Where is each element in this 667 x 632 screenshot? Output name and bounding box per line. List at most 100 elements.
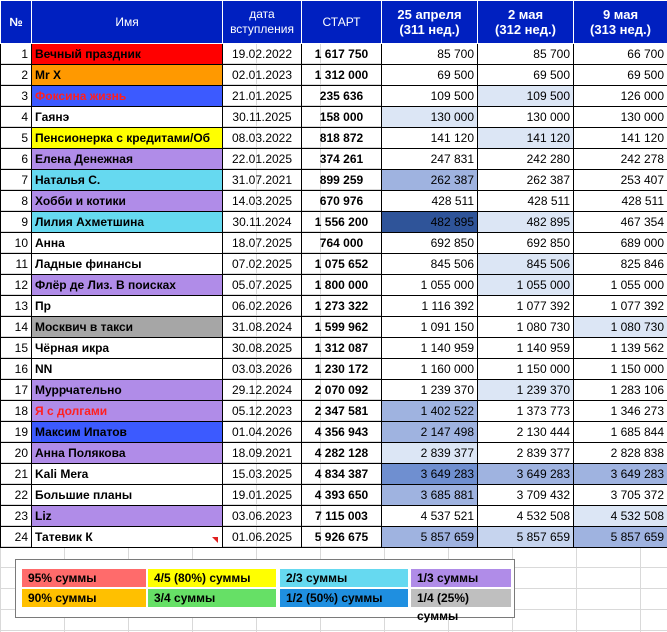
row-number-cell[interactable]: 16 bbox=[0, 358, 32, 380]
week-311-value-cell[interactable]: 2 839 377 bbox=[381, 442, 478, 464]
row-number-cell[interactable]: 15 bbox=[0, 337, 32, 359]
start-amount-cell[interactable]: 235 636 bbox=[301, 85, 382, 107]
week-312-value-cell[interactable]: 3 649 283 bbox=[477, 463, 574, 485]
week-313-value-cell[interactable]: 1 077 392 bbox=[573, 295, 667, 317]
week-312-value-cell[interactable]: 1 239 370 bbox=[477, 379, 574, 401]
week-312-value-cell[interactable]: 428 511 bbox=[477, 190, 574, 212]
week-312-value-cell[interactable]: 130 000 bbox=[477, 106, 574, 128]
week-311-value-cell[interactable]: 1 116 392 bbox=[381, 295, 478, 317]
week-311-value-cell[interactable]: 1 239 370 bbox=[381, 379, 478, 401]
row-number-cell[interactable]: 2 bbox=[0, 64, 32, 86]
row-number-cell[interactable]: 7 bbox=[0, 169, 32, 191]
week-313-value-cell[interactable]: 141 120 bbox=[573, 127, 667, 149]
week-311-value-cell[interactable]: 1 402 522 bbox=[381, 400, 478, 422]
start-amount-cell[interactable]: 1 556 200 bbox=[301, 211, 382, 233]
start-amount-cell[interactable]: 1 800 000 bbox=[301, 274, 382, 296]
join-date-cell[interactable]: 03.06.2023 bbox=[222, 505, 302, 527]
participant-name-cell[interactable]: Фоксина жизнь bbox=[31, 85, 223, 107]
participant-name-cell[interactable]: Хобби и котики bbox=[31, 190, 223, 212]
participant-name-cell[interactable]: Liz bbox=[31, 505, 223, 527]
week-312-value-cell[interactable]: 69 500 bbox=[477, 64, 574, 86]
row-number-cell[interactable]: 19 bbox=[0, 421, 32, 443]
header-num[interactable]: № bbox=[0, 0, 32, 44]
week-312-value-cell[interactable]: 482 895 bbox=[477, 211, 574, 233]
week-312-value-cell[interactable]: 1 150 000 bbox=[477, 358, 574, 380]
start-amount-cell[interactable]: 4 393 650 bbox=[301, 484, 382, 506]
week-311-value-cell[interactable]: 4 537 521 bbox=[381, 505, 478, 527]
participant-name-cell[interactable]: Я с долгами bbox=[31, 400, 223, 422]
header-week-312[interactable]: 2 мая (312 нед.) bbox=[477, 0, 574, 44]
participant-name-cell[interactable]: NN bbox=[31, 358, 223, 380]
start-amount-cell[interactable]: 1 312 000 bbox=[301, 64, 382, 86]
start-amount-cell[interactable]: 374 261 bbox=[301, 148, 382, 170]
row-number-cell[interactable]: 11 bbox=[0, 253, 32, 275]
start-amount-cell[interactable]: 5 926 675 bbox=[301, 526, 382, 548]
participant-name-cell[interactable]: Максим Ипатов bbox=[31, 421, 223, 443]
row-number-cell[interactable]: 20 bbox=[0, 442, 32, 464]
week-311-value-cell[interactable]: 482 895 bbox=[381, 211, 478, 233]
week-312-value-cell[interactable]: 2 839 377 bbox=[477, 442, 574, 464]
week-311-value-cell[interactable]: 692 850 bbox=[381, 232, 478, 254]
week-311-value-cell[interactable]: 1 140 959 bbox=[381, 337, 478, 359]
week-312-value-cell[interactable]: 2 130 444 bbox=[477, 421, 574, 443]
week-313-value-cell[interactable]: 126 000 bbox=[573, 85, 667, 107]
header-start[interactable]: СТАРТ bbox=[301, 0, 382, 44]
row-number-cell[interactable]: 24 bbox=[0, 526, 32, 548]
week-312-value-cell[interactable]: 1 077 392 bbox=[477, 295, 574, 317]
week-313-value-cell[interactable]: 69 500 bbox=[573, 64, 667, 86]
week-313-value-cell[interactable]: 130 000 bbox=[573, 106, 667, 128]
header-date[interactable]: дата вступления bbox=[222, 0, 302, 44]
join-date-cell[interactable]: 19.02.2022 bbox=[222, 43, 302, 65]
join-date-cell[interactable]: 05.12.2023 bbox=[222, 400, 302, 422]
week-312-value-cell[interactable]: 1 055 000 bbox=[477, 274, 574, 296]
week-313-value-cell[interactable]: 1 150 000 bbox=[573, 358, 667, 380]
week-311-value-cell[interactable]: 85 700 bbox=[381, 43, 478, 65]
join-date-cell[interactable]: 30.11.2025 bbox=[222, 106, 302, 128]
week-313-value-cell[interactable]: 5 857 659 bbox=[573, 526, 667, 548]
week-311-value-cell[interactable]: 3 649 283 bbox=[381, 463, 478, 485]
row-number-cell[interactable]: 4 bbox=[0, 106, 32, 128]
start-amount-cell[interactable]: 4 834 387 bbox=[301, 463, 382, 485]
week-313-value-cell[interactable]: 242 278 bbox=[573, 148, 667, 170]
row-number-cell[interactable]: 9 bbox=[0, 211, 32, 233]
join-date-cell[interactable]: 18.09.2021 bbox=[222, 442, 302, 464]
join-date-cell[interactable]: 05.07.2025 bbox=[222, 274, 302, 296]
join-date-cell[interactable]: 19.01.2025 bbox=[222, 484, 302, 506]
week-311-value-cell[interactable]: 130 000 bbox=[381, 106, 478, 128]
start-amount-cell[interactable]: 158 000 bbox=[301, 106, 382, 128]
week-311-value-cell[interactable]: 1 091 150 bbox=[381, 316, 478, 338]
participant-name-cell[interactable]: Пр bbox=[31, 295, 223, 317]
week-312-value-cell[interactable]: 85 700 bbox=[477, 43, 574, 65]
start-amount-cell[interactable]: 2 347 581 bbox=[301, 400, 382, 422]
start-amount-cell[interactable]: 1 075 652 bbox=[301, 253, 382, 275]
week-311-value-cell[interactable]: 845 506 bbox=[381, 253, 478, 275]
week-313-value-cell[interactable]: 689 000 bbox=[573, 232, 667, 254]
start-amount-cell[interactable]: 764 000 bbox=[301, 232, 382, 254]
participant-name-cell[interactable]: Kali Mera bbox=[31, 463, 223, 485]
participant-name-cell[interactable]: Наталья С. bbox=[31, 169, 223, 191]
join-date-cell[interactable]: 07.02.2025 bbox=[222, 253, 302, 275]
row-number-cell[interactable]: 10 bbox=[0, 232, 32, 254]
participant-name-cell[interactable]: Елена Денежная bbox=[31, 148, 223, 170]
row-number-cell[interactable]: 1 bbox=[0, 43, 32, 65]
week-311-value-cell[interactable]: 1 055 000 bbox=[381, 274, 478, 296]
week-313-value-cell[interactable]: 1 346 273 bbox=[573, 400, 667, 422]
week-313-value-cell[interactable]: 2 828 838 bbox=[573, 442, 667, 464]
week-311-value-cell[interactable]: 247 831 bbox=[381, 148, 478, 170]
participant-name-cell[interactable]: Гаянэ bbox=[31, 106, 223, 128]
join-date-cell[interactable]: 29.12.2024 bbox=[222, 379, 302, 401]
participant-name-cell[interactable]: Москвич в такси bbox=[31, 316, 223, 338]
join-date-cell[interactable]: 08.03.2022 bbox=[222, 127, 302, 149]
week-313-value-cell[interactable]: 3 649 283 bbox=[573, 463, 667, 485]
start-amount-cell[interactable]: 4 282 128 bbox=[301, 442, 382, 464]
join-date-cell[interactable]: 02.01.2023 bbox=[222, 64, 302, 86]
join-date-cell[interactable]: 30.11.2024 bbox=[222, 211, 302, 233]
participant-name-cell[interactable]: Чёрная икра bbox=[31, 337, 223, 359]
week-311-value-cell[interactable]: 1 160 000 bbox=[381, 358, 478, 380]
join-date-cell[interactable]: 30.08.2025 bbox=[222, 337, 302, 359]
start-amount-cell[interactable]: 1 599 962 bbox=[301, 316, 382, 338]
start-amount-cell[interactable]: 7 115 003 bbox=[301, 505, 382, 527]
week-313-value-cell[interactable]: 66 700 bbox=[573, 43, 667, 65]
week-312-value-cell[interactable]: 1 140 959 bbox=[477, 337, 574, 359]
start-amount-cell[interactable]: 1 230 172 bbox=[301, 358, 382, 380]
